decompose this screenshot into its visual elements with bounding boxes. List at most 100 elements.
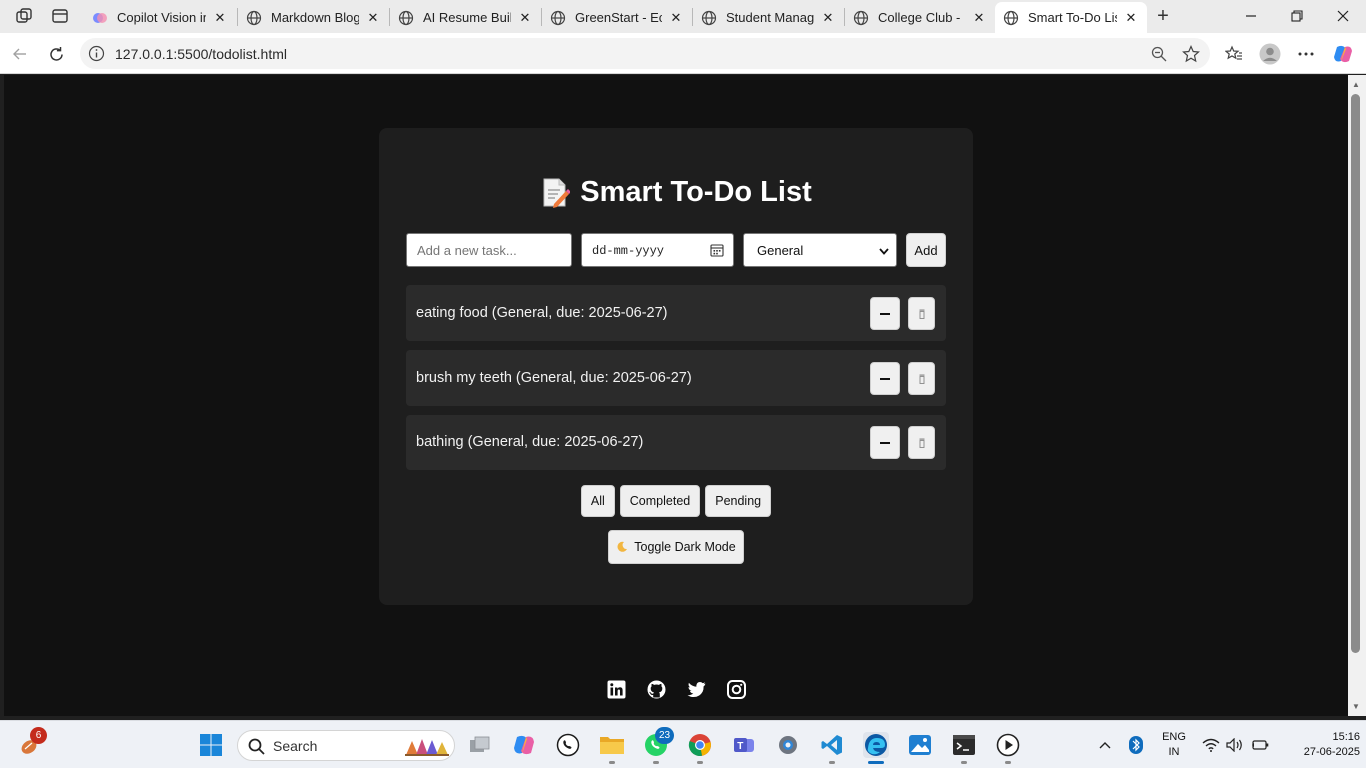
site-info-icon[interactable] [88,45,105,62]
vscode-icon[interactable] [819,732,845,758]
filter-pending-button[interactable]: Pending [705,485,772,517]
tab-actions-icon[interactable] [50,7,70,25]
tab-student-manager[interactable]: Student Manage ✕ [693,2,844,33]
delete-task-button[interactable] [908,297,935,330]
delete-task-button[interactable] [908,362,935,395]
task-item: brush my teeth (General, due: 2025-06-27… [406,350,946,406]
due-date-input[interactable]: dd-mm-yyyy [581,233,734,267]
photos-icon[interactable] [907,732,933,758]
language-indicator[interactable]: ENG IN [1156,730,1192,760]
date-placeholder: dd-mm-yyyy [592,244,665,258]
url-field[interactable]: 127.0.0.1:5500/todolist.html [80,38,1210,69]
clock[interactable]: 15:16 27-06-2025 [1280,730,1360,760]
scroll-up-icon[interactable]: ▲ [1351,79,1361,89]
delete-task-button[interactable] [908,426,935,459]
running-indicator [1005,761,1011,764]
close-icon[interactable]: ✕ [668,10,684,26]
copilot-icon [92,10,108,26]
twitter-icon[interactable] [687,680,706,699]
restore-button[interactable] [1286,5,1308,27]
tab-copilot-vision[interactable]: Copilot Vision in ✕ [84,2,236,33]
calendar-icon[interactable] [710,243,724,257]
refresh-button[interactable] [45,43,67,65]
task-input[interactable] [406,233,572,267]
trash-icon [919,374,924,384]
category-selected: General [757,243,804,258]
close-icon[interactable]: ✕ [971,10,987,26]
page-viewport: Smart To-Do List dd-mm-yyyy General Add … [4,75,1348,716]
globe-icon [398,10,414,26]
linkedin-icon[interactable] [607,680,626,699]
taskbar-search[interactable]: Search [237,730,455,761]
url-text: 127.0.0.1:5500/todolist.html [115,46,288,62]
task-label: eating food (General, due: 2025-06-27) [416,305,668,321]
favorites-icon[interactable] [1222,42,1246,66]
close-icon[interactable]: ✕ [212,10,228,26]
back-button[interactable] [9,43,31,65]
complete-task-button[interactable] [870,426,900,459]
globe-icon [701,10,717,26]
memo-icon [543,178,571,208]
tab-bar: Copilot Vision in ✕ Markdown Blog ✕ AI R… [0,0,1366,33]
tab-college-club[interactable]: College Club - H ✕ [845,2,995,33]
github-icon[interactable] [647,680,666,699]
search-highlight-icon [405,739,449,756]
todo-card: Smart To-Do List dd-mm-yyyy General Add … [379,128,973,605]
media-player-icon[interactable] [995,732,1021,758]
toggle-dark-mode-button[interactable]: Toggle Dark Mode [608,530,744,564]
close-icon[interactable]: ✕ [1123,10,1139,26]
task-view-icon[interactable] [467,732,493,758]
chevron-down-icon [879,248,889,255]
chrome-icon[interactable] [687,732,713,758]
copilot-icon[interactable] [1331,42,1355,66]
whatsapp-icon[interactable] [555,732,581,758]
add-button[interactable]: Add [906,233,946,267]
wifi-icon[interactable] [1198,732,1224,758]
moon-icon [617,541,628,552]
teams-icon[interactable]: T [731,732,757,758]
title-text: Smart To-Do List [580,176,812,208]
tab-greenstart[interactable]: GreenStart - Eco ✕ [542,2,692,33]
start-button[interactable] [198,732,224,758]
globe-icon [1003,10,1019,26]
page-scrollbar[interactable]: ▲ ▼ [1348,75,1366,716]
close-icon[interactable]: ✕ [365,10,381,26]
show-hidden-icons[interactable] [1092,732,1118,758]
task-label: brush my teeth (General, due: 2025-06-27… [416,370,692,386]
tab-smart-todo-list[interactable]: Smart To-Do List ✕ [995,2,1147,33]
battery-icon[interactable] [1247,732,1273,758]
profile-avatar[interactable] [1258,42,1282,66]
close-icon[interactable]: ✕ [820,10,836,26]
complete-task-button[interactable] [870,362,900,395]
tab-title: Smart To-Do List [1028,10,1117,25]
terminal-icon[interactable] [951,732,977,758]
zoom-icon[interactable] [1147,42,1171,66]
settings-icon[interactable] [775,732,801,758]
instagram-icon[interactable] [726,680,746,699]
close-window-button[interactable] [1332,5,1354,27]
scroll-thumb[interactable] [1351,94,1360,653]
tab-ai-resume-builder[interactable]: AI Resume Builde ✕ [390,2,541,33]
new-tab-button[interactable]: + [1153,5,1173,27]
file-explorer-icon[interactable] [599,732,625,758]
social-links [4,680,1348,699]
task-item: bathing (General, due: 2025-06-27) [406,415,946,470]
volume-icon[interactable] [1222,732,1248,758]
globe-icon [853,10,869,26]
workspaces-icon[interactable] [14,7,34,25]
bluetooth-icon[interactable] [1123,732,1149,758]
trash-icon [919,438,924,448]
svg-text:T: T [737,741,743,752]
edge-icon[interactable] [863,732,889,758]
more-options-icon[interactable] [1294,42,1318,66]
complete-task-button[interactable] [870,297,900,330]
filter-completed-button[interactable]: Completed [619,485,701,517]
minimize-button[interactable] [1240,5,1262,27]
copilot-app-icon[interactable] [511,732,537,758]
close-icon[interactable]: ✕ [517,10,533,26]
tab-markdown-blog[interactable]: Markdown Blog ✕ [238,2,389,33]
category-select[interactable]: General [743,233,897,267]
favorite-star-icon[interactable] [1179,42,1203,66]
filter-all-button[interactable]: All [580,485,615,517]
scroll-down-icon[interactable]: ▼ [1351,701,1361,711]
